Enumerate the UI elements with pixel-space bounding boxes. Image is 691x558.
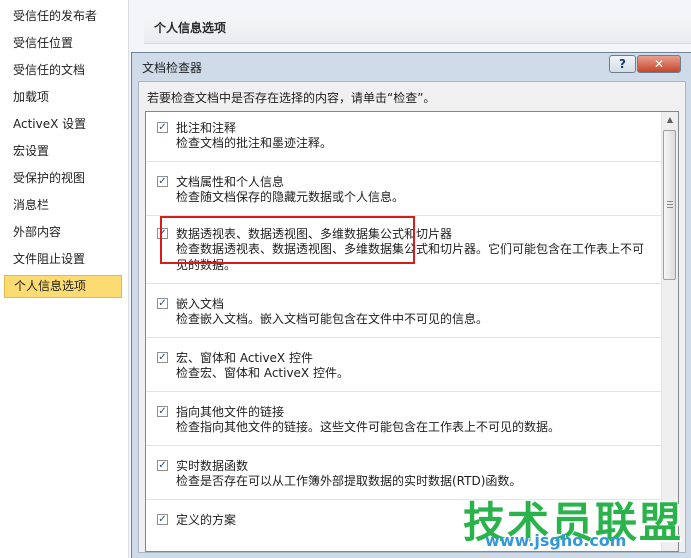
checkbox-scenarios[interactable]: ✓	[157, 514, 168, 525]
instruction-text: 若要检查文档中是否存在选择的内容，请单击“检查”。	[147, 91, 436, 105]
list-item: ✓ 文档属性和个人信息 检查随文档保存的隐藏元数据或个人信息。	[146, 162, 661, 216]
item-title: 指向其他文件的链接	[176, 405, 285, 419]
sidebar-item-external-content[interactable]: 外部内容	[4, 221, 122, 244]
sidebar-item-trusted-locations[interactable]: 受信任位置	[4, 32, 122, 55]
checkbox-links-to-files[interactable]: ✓	[157, 406, 168, 417]
sidebar-item-file-block[interactable]: 文件阻止设置	[4, 248, 122, 271]
checkbox-embedded-documents[interactable]: ✓	[157, 298, 168, 309]
watermark-logo: 技术员联盟 www.jsgho.com	[463, 489, 691, 558]
sidebar-item-message-bar[interactable]: 消息栏	[4, 194, 122, 217]
document-inspector-dialog: 文档检查器 ? ✕ 若要检查文档中是否存在选择的内容，请单击“检查”。 ✓ 批注…	[131, 52, 691, 558]
checkbox-macros-activex[interactable]: ✓	[157, 352, 168, 363]
sidebar-nav: 受信任的发布者 受信任位置 受信任的文档 加载项 ActiveX 设置 宏设置 …	[0, 0, 129, 558]
item-title: 定义的方案	[176, 513, 237, 527]
red-highlight-box	[160, 216, 415, 264]
list-item: ✓ 宏、窗体和 ActiveX 控件 检查宏、窗体和 ActiveX 控件。	[146, 338, 661, 392]
grip-line	[667, 201, 673, 202]
watermark-url: www.jsgho.com	[485, 531, 627, 550]
scroll-up-arrow-icon[interactable]: ▲	[662, 112, 678, 128]
item-desc: 检查嵌入文档。嵌入文档可能包含在文件中不可见的信息。	[176, 312, 489, 326]
item-title: 批注和注释	[176, 121, 237, 135]
checkbox-rtd-functions[interactable]: ✓	[157, 460, 168, 471]
item-desc: 检查宏、窗体和 ActiveX 控件。	[176, 366, 349, 380]
scroll-thumb[interactable]	[663, 130, 676, 280]
vertical-scrollbar[interactable]: ▲	[661, 112, 678, 551]
dialog-body: 若要检查文档中是否存在选择的内容，请单击“检查”。 ✓ 批注和注释 检查文档的批…	[138, 81, 686, 553]
item-title: 文档属性和个人信息	[176, 175, 285, 189]
inspection-list: ✓ 批注和注释 检查文档的批注和墨迹注释。 ✓ 文档属性和个人信息 检查随文档保…	[145, 111, 679, 552]
checkbox-comments[interactable]: ✓	[157, 122, 168, 133]
item-title: 实时数据函数	[176, 459, 249, 473]
checkbox-document-properties[interactable]: ✓	[157, 176, 168, 187]
sidebar-item-activex-settings[interactable]: ActiveX 设置	[4, 113, 122, 136]
item-desc: 检查文档的批注和墨迹注释。	[176, 136, 333, 150]
dialog-title: 文档检查器	[142, 61, 203, 75]
sidebar-item-macro-settings[interactable]: 宏设置	[4, 140, 122, 163]
list-item: ✓ 指向其他文件的链接 检查指向其他文件的链接。这些文件可能包含在工作表上不可见…	[146, 392, 661, 446]
sidebar-item-trusted-documents[interactable]: 受信任的文档	[4, 59, 122, 82]
section-title: 个人信息选项	[144, 14, 691, 44]
sidebar-item-add-ins[interactable]: 加载项	[4, 86, 122, 109]
item-desc: 检查随文档保存的隐藏元数据或个人信息。	[176, 190, 405, 204]
item-title: 嵌入文档	[176, 297, 225, 311]
help-button[interactable]: ?	[609, 55, 636, 73]
item-title: 宏、窗体和 ActiveX 控件	[176, 351, 313, 365]
sidebar-item-privacy-options[interactable]: 个人信息选项	[4, 275, 122, 298]
close-button[interactable]: ✕	[637, 55, 681, 73]
item-desc: 检查是否存在可以从工作簿外部提取数据的实时数据(RTD)函数。	[176, 474, 522, 488]
list-item: ✓ 嵌入文档 检查嵌入文档。嵌入文档可能包含在文件中不可见的信息。	[146, 284, 661, 338]
grip-line	[667, 207, 673, 208]
sidebar-item-protected-view[interactable]: 受保护的视图	[4, 167, 122, 190]
list-item: ✓ 批注和注释 检查文档的批注和墨迹注释。	[146, 112, 661, 162]
item-desc: 检查指向其他文件的链接。这些文件可能包含在工作表上不可见的数据。	[176, 420, 561, 434]
grip-line	[667, 204, 673, 205]
sidebar-item-trusted-publishers[interactable]: 受信任的发布者	[4, 5, 122, 28]
